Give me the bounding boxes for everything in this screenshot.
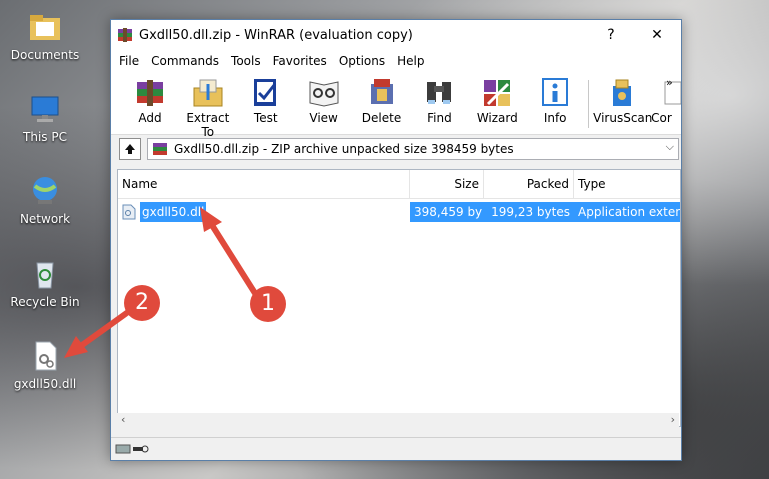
add-button[interactable]: Add: [121, 72, 179, 125]
column-header: ⌃ Name Size Packed Type: [118, 170, 680, 199]
menu-favorites[interactable]: Favorites: [267, 54, 333, 68]
network-icon: [28, 174, 62, 208]
extract-to-icon: [193, 79, 223, 107]
toolbar: Add Extract To Test View Delete Find Wiz…: [111, 72, 682, 139]
close-button[interactable]: ✕: [634, 20, 680, 50]
wizard-button[interactable]: Wizard: [468, 72, 526, 125]
dll-file-icon: [28, 339, 62, 373]
virusscan-icon: [613, 79, 632, 106]
extract-to-label: Extract To: [186, 111, 230, 139]
folder-icon: [28, 10, 62, 44]
info-label: Info: [543, 111, 567, 125]
desktop-icon-label: gxdll50.dll: [13, 377, 77, 391]
wizard-icon: [484, 80, 511, 106]
info-button[interactable]: Info: [526, 72, 584, 125]
column-size[interactable]: Size: [410, 170, 484, 198]
find-button[interactable]: Find: [410, 72, 468, 125]
find-icon: [427, 82, 452, 104]
view-button[interactable]: View: [295, 72, 353, 125]
title-bar[interactable]: Gxdll50.dll.zip - WinRAR (evaluation cop…: [111, 20, 681, 50]
desktop-icon-recycle-bin[interactable]: Recycle Bin: [5, 257, 85, 309]
toolbar-separator: [588, 80, 590, 128]
column-packed[interactable]: Packed: [484, 170, 574, 198]
winrar-window: Gxdll50.dll.zip - WinRAR (evaluation cop…: [110, 19, 682, 461]
wizard-label: Wizard: [476, 111, 518, 125]
desktop-icon-label: Recycle Bin: [10, 295, 80, 309]
scroll-right-icon[interactable]: ›: [671, 413, 675, 426]
desktop-icon-label: Network: [19, 212, 71, 226]
menu-bar: File Commands Tools Favorites Options He…: [111, 50, 681, 72]
archive-icon: [153, 143, 167, 155]
menu-commands[interactable]: Commands: [145, 54, 225, 68]
status-bar: [111, 437, 681, 460]
test-icon: [253, 79, 276, 106]
virusscan-button[interactable]: VirusScan: [593, 72, 653, 125]
desktop-icon-label: Documents: [10, 48, 80, 62]
toolbar-overflow-icon[interactable]: »: [666, 76, 673, 89]
info-icon: [542, 78, 569, 106]
up-folder-button[interactable]: [119, 138, 141, 160]
winrar-icon: [118, 28, 132, 42]
find-label: Find: [427, 111, 452, 125]
chevron-down-icon[interactable]: ⌵: [666, 140, 674, 154]
add-icon: [136, 80, 163, 106]
horizontal-scrollbar[interactable]: ‹ ›: [117, 413, 679, 430]
computer-icon: [28, 92, 62, 126]
menu-file[interactable]: File: [113, 54, 145, 68]
file-list[interactable]: ⌃ Name Size Packed Type gxdll50.dll 398,…: [117, 169, 681, 427]
comment-label: Cor: [651, 111, 672, 125]
step-badge-1: 1: [250, 286, 286, 322]
cell-type: Application exten: [574, 202, 680, 222]
cell-name[interactable]: gxdll50.dll: [140, 202, 207, 222]
menu-tools[interactable]: Tools: [225, 54, 267, 68]
desktop-icon-gxdll50[interactable]: gxdll50.dll: [5, 339, 85, 391]
table-row[interactable]: gxdll50.dll 398,459 by 199,23 bytes Appl…: [118, 202, 680, 222]
delete-icon: [370, 79, 393, 104]
cell-packed: 199,23 bytes: [484, 202, 574, 222]
test-label: Test: [253, 111, 278, 125]
cell-size: 398,459 by: [410, 202, 484, 222]
drive-key-icon[interactable]: [115, 442, 149, 456]
path-text: Gxdll50.dll.zip - ZIP archive unpacked s…: [174, 142, 514, 156]
desktop-icon-network[interactable]: Network: [5, 174, 85, 226]
help-button[interactable]: ?: [588, 20, 634, 50]
address-bar: Gxdll50.dll.zip - ZIP archive unpacked s…: [111, 135, 681, 163]
menu-help[interactable]: Help: [391, 54, 430, 68]
view-label: View: [309, 111, 338, 125]
dll-file-icon: [122, 204, 136, 220]
add-label: Add: [138, 111, 162, 125]
window-title: Gxdll50.dll.zip - WinRAR (evaluation cop…: [139, 27, 413, 43]
desktop-icon-this-pc[interactable]: This PC: [5, 92, 85, 144]
step-badge-2: 2: [124, 285, 160, 321]
menu-options[interactable]: Options: [333, 54, 391, 68]
desktop-icon-documents[interactable]: Documents: [5, 10, 85, 62]
up-arrow-icon: [125, 144, 135, 154]
scroll-left-icon[interactable]: ‹: [121, 413, 125, 426]
delete-label: Delete: [361, 111, 402, 125]
extract-to-button[interactable]: Extract To: [179, 72, 237, 139]
recycle-bin-icon: [28, 257, 62, 291]
path-dropdown[interactable]: Gxdll50.dll.zip - ZIP archive unpacked s…: [147, 138, 679, 160]
sort-arrow-icon: ⌃: [256, 169, 265, 177]
view-icon: [309, 81, 339, 107]
test-button[interactable]: Test: [237, 72, 295, 125]
column-type[interactable]: Type: [574, 170, 680, 198]
virusscan-label: VirusScan: [593, 111, 653, 125]
desktop-icon-label: This PC: [23, 130, 67, 144]
delete-button[interactable]: Delete: [353, 72, 411, 125]
